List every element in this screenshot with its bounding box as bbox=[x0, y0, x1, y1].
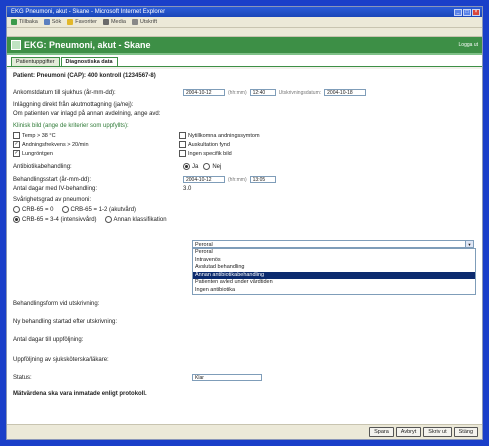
radio-no-label: Nej bbox=[212, 163, 222, 170]
patient-heading: Patient: Pneumoni (CAP): 400 kontroll (1… bbox=[13, 73, 156, 79]
dropdown-option[interactable]: Peroral bbox=[193, 249, 475, 257]
dropdown-option[interactable]: Patienten avled under vårdtiden bbox=[193, 279, 475, 287]
severity-radio-2[interactable] bbox=[13, 216, 20, 223]
checkbox-symptoms[interactable]: Nytillkomna andningssymtom bbox=[179, 132, 399, 139]
maximize-icon[interactable]: □ bbox=[463, 8, 471, 16]
save-button[interactable]: Spara bbox=[369, 427, 394, 437]
form-footer: Spara Avbryt Skriv ut Stäng bbox=[7, 424, 482, 439]
discharge-label: Utskrivningsdatum: bbox=[278, 89, 322, 96]
arrival-row: Ankomstdatum till sjukhus (år-mm-dd): 20… bbox=[13, 89, 476, 96]
window-titlebar: EKG Pneumoni, akut - Skane - Microsoft I… bbox=[7, 7, 482, 17]
severity-option-1: CRB-65 = 1-2 (akutvård) bbox=[70, 206, 137, 213]
checkbox-icon[interactable] bbox=[179, 150, 186, 157]
close-icon[interactable]: × bbox=[472, 8, 480, 16]
print-button[interactable]: Skriv ut bbox=[423, 427, 452, 437]
checkbox-icon[interactable] bbox=[179, 132, 186, 139]
arrival-label: Ankomstdatum till sjukhus (år-mm-dd): bbox=[13, 89, 116, 96]
treatment-date-input[interactable]: 2004-10-12 bbox=[183, 176, 225, 183]
radio-yes[interactable] bbox=[183, 163, 190, 170]
radio-yes-label: Ja bbox=[192, 163, 199, 170]
field-label-0: Ny behandling startad efter utskrivning: bbox=[13, 319, 118, 325]
dropdown-option[interactable]: Intravenös bbox=[193, 257, 475, 265]
checkbox-xray[interactable]: ✓ Lungröntgen bbox=[13, 150, 173, 157]
app-title: EKG: Pneumoni, akut - Skane bbox=[24, 40, 151, 50]
cancel-button[interactable]: Avbryt bbox=[395, 427, 422, 437]
severity-option-0: CRB-65 = 0 bbox=[22, 206, 54, 213]
time-hint: (hh:mm) bbox=[228, 89, 247, 96]
treatment-form-dropdown: Peroral Intravenös Avslutad behandling A… bbox=[192, 248, 476, 295]
severity-radio-3[interactable] bbox=[104, 216, 112, 223]
star-icon bbox=[67, 19, 74, 25]
clinical-heading: Klinisk bild (ange de kriterier som uppf… bbox=[13, 123, 129, 129]
tab-diagnostics[interactable]: Diagnostiska data bbox=[60, 57, 118, 66]
status-input[interactable]: Klar bbox=[192, 374, 262, 381]
arrival-time-input[interactable]: 12:40 bbox=[249, 89, 276, 96]
field-label-2: Uppföljning av sjuksköterska/läkare: bbox=[13, 357, 109, 363]
chevron-down-icon[interactable]: ▼ bbox=[465, 241, 473, 247]
tab-bar: Patientuppgifter Diagnostiska data bbox=[7, 55, 482, 67]
close-button[interactable]: Stäng bbox=[453, 427, 478, 437]
discharge-date-input[interactable]: 2004-10-18 bbox=[324, 89, 367, 96]
question1-label: Inläggning direkt från akutmottagning (j… bbox=[13, 102, 134, 108]
antibiotic-label: Antibiotikabehandling: bbox=[13, 163, 72, 170]
question1-row: Inläggning direkt från akutmottagning (j… bbox=[13, 102, 476, 108]
toolbar-search[interactable]: Sök bbox=[43, 19, 61, 25]
search-icon bbox=[43, 19, 50, 25]
dropdown-option[interactable]: Avslutad behandling bbox=[193, 264, 475, 272]
severity-heading-row: Svårighetsgrad av pneumoni: bbox=[13, 197, 476, 203]
duration-row: Antal dagar med IV-behandling: 3.0 bbox=[13, 186, 476, 192]
checkbox-none[interactable]: Ingen specifik bild bbox=[179, 150, 399, 157]
checkbox-auscultation[interactable]: Auskultation fynd bbox=[179, 141, 399, 148]
form-note: Mätvärdena ska vara inmatade enligt prot… bbox=[13, 391, 147, 397]
logout-link[interactable]: Logga ut bbox=[459, 42, 482, 48]
severity-radio-0[interactable] bbox=[13, 206, 20, 213]
window-title: EKG Pneumoni, akut - Skane - Microsoft I… bbox=[11, 9, 166, 15]
clinical-checkboxes: Temp > 38 °C Nytillkomna andningssymtom … bbox=[13, 132, 476, 157]
severity-option-3: Annan klassifikation bbox=[113, 216, 167, 223]
antibiotic-row: Antibiotikabehandling: Ja Nej bbox=[13, 163, 476, 170]
browser-toolbar: Tillbaka Sök Favoriter Media Utskrift bbox=[7, 17, 482, 28]
severity-row-2: CRB-65 = 3-4 (intensivvård) Annan klassi… bbox=[13, 216, 476, 223]
checkbox-icon[interactable]: ✓ bbox=[13, 150, 20, 157]
logo-icon bbox=[11, 40, 21, 50]
toolbar-favorites[interactable]: Favoriter bbox=[67, 19, 97, 25]
browser-window: EKG Pneumoni, akut - Skane - Microsoft I… bbox=[6, 6, 483, 440]
tab-patient[interactable]: Patientuppgifter bbox=[11, 57, 60, 66]
toolbar-media[interactable]: Media bbox=[102, 19, 126, 25]
checkbox-resp-rate[interactable]: ✓ Andningsfrekvens > 20/min bbox=[13, 141, 173, 148]
treatment-label: Behandlingsstart (år-mm-dd): bbox=[13, 176, 92, 183]
arrival-date-input[interactable]: 2004-10-12 bbox=[183, 89, 225, 96]
severity-option-2: CRB-65 = 3-4 (intensivvård) bbox=[22, 216, 97, 223]
duration-value: 3.0 bbox=[183, 186, 192, 192]
toolbar-print[interactable]: Utskrift bbox=[131, 19, 157, 25]
dropdown-option[interactable]: Ingen antibiotika bbox=[193, 287, 475, 295]
treatment-row: Behandlingsstart (år-mm-dd): 2004-10-12 … bbox=[13, 176, 476, 183]
question1b-label: Om patienten var inlagd på annan avdelni… bbox=[13, 111, 161, 117]
address-bar[interactable] bbox=[7, 28, 482, 37]
treatment-time-input[interactable]: 13:05 bbox=[249, 176, 276, 183]
duration-label: Antal dagar med IV-behandling: bbox=[13, 186, 98, 192]
print-icon bbox=[131, 19, 138, 25]
select-label: Behandlingsform vid utskrivning: bbox=[13, 301, 100, 307]
minimize-icon[interactable]: _ bbox=[454, 8, 462, 16]
radio-no[interactable] bbox=[203, 163, 211, 170]
checkbox-icon[interactable] bbox=[13, 132, 20, 139]
checkbox-temp[interactable]: Temp > 38 °C bbox=[13, 132, 173, 139]
dropdown-option-selected[interactable]: Annan antibiotikabehandling bbox=[193, 271, 475, 279]
app-header: EKG: Pneumoni, akut - Skane Logga ut bbox=[7, 37, 482, 55]
back-icon bbox=[11, 19, 17, 25]
checkbox-icon[interactable]: ✓ bbox=[13, 141, 20, 148]
treatment-form-select[interactable]: Peroral ▼ bbox=[192, 240, 474, 248]
severity-radio-1[interactable] bbox=[61, 206, 69, 213]
question1b-row: Om patienten var inlagd på annan avdelni… bbox=[13, 111, 476, 117]
severity-row-1: CRB-65 = 0 CRB-65 = 1-2 (akutvård) bbox=[13, 206, 476, 213]
media-icon bbox=[102, 19, 109, 25]
field-label-3: Status: bbox=[13, 375, 32, 381]
toolbar-back[interactable]: Tillbaka bbox=[11, 19, 38, 25]
field-label-1: Antal dagar till uppföljning: bbox=[13, 337, 84, 343]
checkbox-icon[interactable] bbox=[179, 141, 186, 148]
time-hint-2: (hh:mm) bbox=[228, 176, 247, 183]
severity-label: Svårighetsgrad av pneumoni: bbox=[13, 197, 92, 203]
